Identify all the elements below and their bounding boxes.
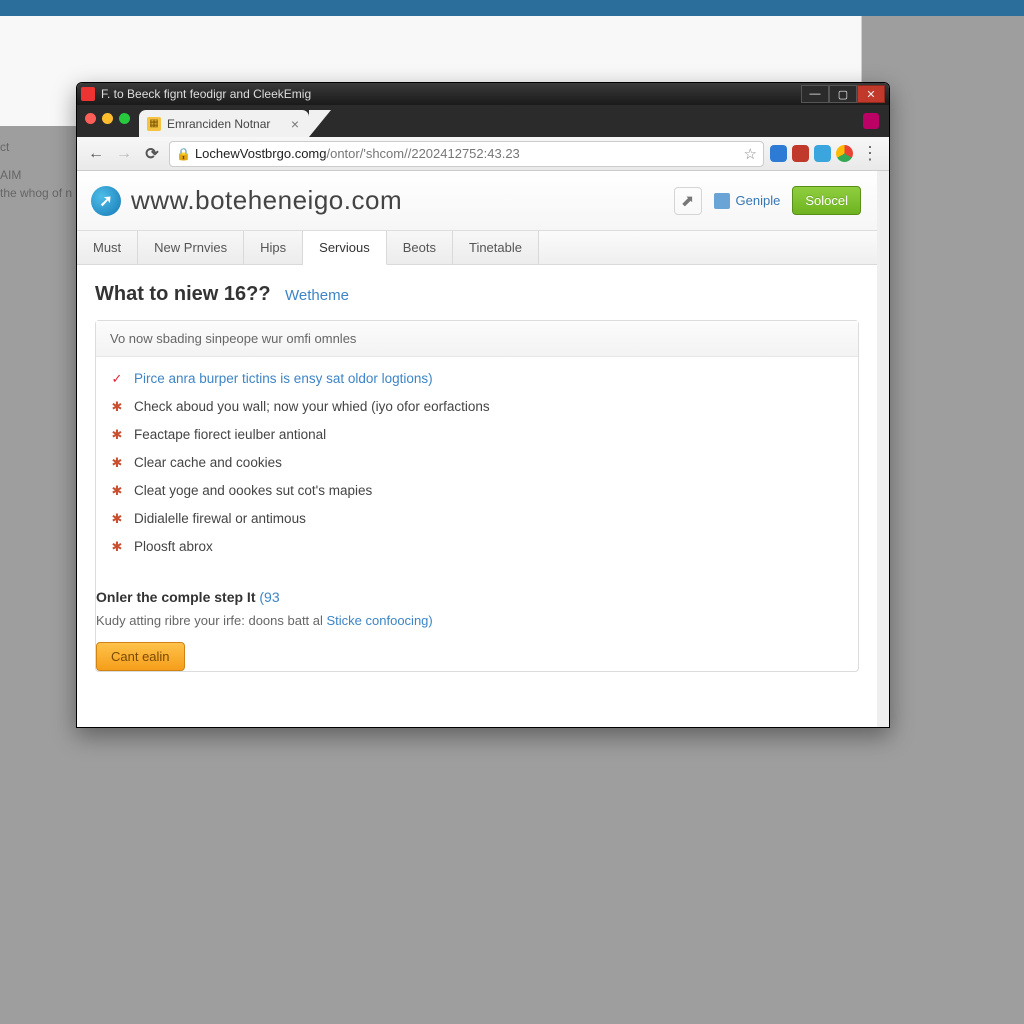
profile-name: Geniple (736, 193, 781, 208)
browser-window: F. to Beeck fignt feodigr and CleekEmig … (76, 82, 890, 728)
step-item: ✱ Check aboud you wall; now your whied (i… (110, 393, 844, 421)
step-item: ✱ Clear cache and cookies (110, 449, 844, 477)
footer-help: Kudy atting ribre your irfe: doons batt … (96, 613, 844, 628)
profile-link[interactable]: Geniple (714, 193, 781, 209)
window-maximize-button[interactable]: ▢ (829, 85, 857, 103)
window-minimize-button[interactable]: — (801, 85, 829, 103)
step-text: Pirce anra burper tictins is ensy sat ol… (134, 371, 433, 386)
background-text-fragment: ct (0, 140, 9, 154)
nav-tab[interactable]: New Prnvies (138, 231, 244, 264)
step-item: ✱ Ploosft abrox (110, 533, 844, 561)
tab-wedge (309, 110, 331, 137)
tabstrip-extension-icon[interactable] (863, 113, 879, 129)
footer-summary-count: (93 (259, 589, 279, 605)
nav-tab[interactable]: Hips (244, 231, 303, 264)
browser-toolbar: ← → ⟳ 🔒 LochewVostbrgo.comg /ontor/'shco… (77, 137, 889, 171)
site-logo-icon[interactable]: ➚ (91, 186, 121, 216)
traffic-close-icon[interactable] (85, 113, 96, 124)
tab-close-icon[interactable]: × (291, 116, 299, 132)
background-text-fragment: AIM (0, 168, 21, 182)
traffic-minimize-icon[interactable] (102, 113, 113, 124)
step-item: ✱ Didialelle firewal or antimous (110, 505, 844, 533)
traffic-lights (85, 113, 130, 124)
bullet-icon: ✱ (110, 455, 124, 471)
address-bar[interactable]: 🔒 LochewVostbrgo.comg /ontor/'shcom//220… (169, 141, 764, 167)
forward-button[interactable]: → (113, 143, 135, 165)
tab-favicon-icon: ▦ (147, 117, 161, 131)
step-text: Clear cache and cookies (134, 455, 282, 470)
extension-icon[interactable] (792, 145, 809, 162)
url-host: LochewVostbrgo.comg (195, 146, 327, 161)
chrome-icon[interactable] (836, 145, 853, 162)
panel-header: Vo now sbading sinpeope wur omfi omnles (96, 321, 858, 357)
nav-tab[interactable]: Must (77, 231, 138, 264)
site-nav-tabs: MustNew PrnviesHipsServiousBeotsTinetabl… (77, 231, 877, 265)
window-title: F. to Beeck fignt feodigr and CleekEmig (101, 87, 311, 101)
step-text: Ploosft abrox (134, 539, 213, 554)
nav-tab[interactable]: Beots (387, 231, 453, 264)
url-path: /ontor/'shcom//2202412752:43.23 (326, 146, 519, 161)
site-header: ➚ www.boteheneigo.com ⬈ Geniple Solocel (77, 171, 877, 231)
panel-footer: Onler the comple step It (93 Kudy atting… (96, 577, 858, 671)
footer-summary: Onler the comple step It (93 (96, 589, 844, 605)
background-top-strip (0, 0, 1024, 16)
step-item: ✓ Pirce anra burper tictins is ensy sat o… (110, 365, 844, 393)
step-item: ✱ Cleat yoge and oookes sut cot's mapies (110, 477, 844, 505)
step-text: Feactape fiorect ieulber antional (134, 427, 326, 442)
scrollbar-thumb[interactable] (880, 179, 887, 379)
nav-tab[interactable]: Tinetable (453, 231, 539, 264)
footer-help-text: Kudy atting ribre your irfe: doons batt … (96, 613, 327, 628)
step-text: Check aboud you wall; now your whied (iy… (134, 399, 490, 414)
bullet-icon: ✱ (110, 511, 124, 527)
lock-icon: 🔒 (176, 147, 191, 161)
bullet-icon: ✱ (110, 427, 124, 443)
window-favicon-icon (81, 87, 95, 101)
step-text: Didialelle firewal or antimous (134, 511, 306, 526)
page-heading: What to niew 16?? (95, 283, 271, 306)
panel-body: ✓ Pirce anra burper tictins is ensy sat o… (96, 357, 858, 577)
page-content: What to niew 16?? Wetheme Vo now sbading… (77, 265, 877, 694)
bullet-icon: ✱ (110, 539, 124, 555)
extension-icon[interactable] (770, 145, 787, 162)
page-viewport: ➚ www.boteheneigo.com ⬈ Geniple Solocel … (77, 171, 889, 727)
compose-icon[interactable]: ⬈ (674, 187, 702, 215)
browser-tab[interactable]: ▦ Emranciden Notnar × (139, 110, 309, 137)
browser-menu-button[interactable]: ⋮ (859, 143, 881, 164)
avatar-icon (714, 193, 730, 209)
window-titlebar[interactable]: F. to Beeck fignt feodigr and CleekEmig … (77, 83, 889, 105)
bullet-icon: ✱ (110, 399, 124, 415)
back-button[interactable]: ← (85, 143, 107, 165)
footer-summary-text: Onler the comple step It (96, 589, 259, 605)
window-close-button[interactable]: ✕ (857, 85, 885, 103)
check-icon: ✓ (110, 371, 124, 387)
steps-panel: Vo now sbading sinpeope wur omfi omnles … (95, 320, 859, 672)
bullet-icon: ✱ (110, 483, 124, 499)
nav-tab[interactable]: Servious (303, 231, 387, 265)
bookmark-star-icon[interactable]: ☆ (744, 145, 757, 163)
browser-tabstrip: ▦ Emranciden Notnar × (77, 105, 889, 137)
continue-button[interactable]: Cant ealin (96, 642, 185, 671)
tab-label: Emranciden Notnar (167, 117, 270, 131)
step-link[interactable]: logtions) (382, 371, 433, 386)
reload-button[interactable]: ⟳ (141, 143, 163, 165)
traffic-zoom-icon[interactable] (119, 113, 130, 124)
site-title: www.boteheneigo.com (131, 185, 402, 216)
page-heading-sub[interactable]: Wetheme (285, 287, 349, 304)
step-text: Cleat yoge and oookes sut cot's mapies (134, 483, 372, 498)
primary-cta-button[interactable]: Solocel (792, 186, 861, 215)
step-item: ✱ Feactape fiorect ieulber antional (110, 421, 844, 449)
extension-icons (770, 145, 853, 162)
footer-help-link[interactable]: Sticke confoocing) (327, 613, 433, 628)
background-text-fragment: the whog of n (0, 186, 72, 200)
extension-icon[interactable] (814, 145, 831, 162)
